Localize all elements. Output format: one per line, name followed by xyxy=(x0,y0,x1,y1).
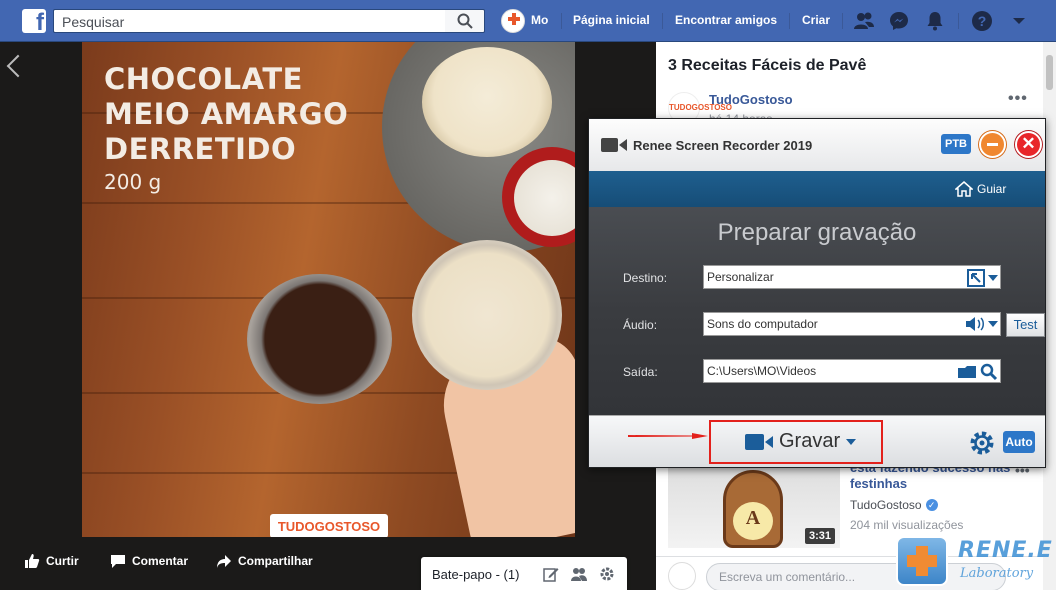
nav-divider xyxy=(789,13,790,29)
folder-icon[interactable] xyxy=(957,364,977,380)
select-area-icon[interactable] xyxy=(967,269,985,287)
share-button[interactable]: Compartilhar xyxy=(216,553,313,569)
search-input[interactable]: Pesquisar xyxy=(53,9,445,33)
nav-create-link[interactable]: Criar xyxy=(802,13,830,27)
search-button[interactable] xyxy=(445,9,485,33)
minimize-button[interactable] xyxy=(979,131,1006,158)
group-chat-icon[interactable] xyxy=(571,566,587,582)
guide-button[interactable]: Guiar xyxy=(955,181,1006,197)
video-bowl-image xyxy=(412,240,562,390)
post-options-icon[interactable]: ••• xyxy=(1008,90,1028,108)
nav-divider xyxy=(842,13,843,29)
rene-e-logo-icon xyxy=(896,536,948,586)
nav-divider xyxy=(958,13,959,29)
recommended-author[interactable]: TudoGostoso ✓ xyxy=(850,498,938,512)
destination-select[interactable]: Personalizar xyxy=(703,265,1001,289)
commenter-avatar xyxy=(668,562,696,590)
speaker-icon[interactable] xyxy=(965,316,985,332)
thumbs-up-icon xyxy=(25,554,40,568)
share-label: Compartilhar xyxy=(238,554,313,568)
video-frame[interactable]: CHOCOLATE MEIO AMARGO DERRETIDO 200 g TU… xyxy=(82,42,575,537)
account-menu-icon[interactable] xyxy=(1008,10,1030,32)
nav-home-link[interactable]: Página inicial xyxy=(573,13,650,27)
facebook-logo-icon[interactable]: f xyxy=(22,9,46,33)
audio-select[interactable]: Sons do computador xyxy=(703,312,1001,336)
chat-label: Bate-papo - (1) xyxy=(432,567,520,582)
red-pointer-arrow-icon xyxy=(628,433,708,439)
chat-tab[interactable]: Bate-papo - (1) xyxy=(421,557,627,590)
recorder-toolbar: Guiar xyxy=(589,171,1045,207)
chevron-down-icon[interactable] xyxy=(846,438,857,446)
recorder-heading: Preparar gravação xyxy=(717,219,917,246)
nav-find-friends-link[interactable]: Encontrar amigos xyxy=(675,13,777,27)
video-watermark-badge: TUDOGOSTOSO xyxy=(270,514,388,537)
comment-bubble-icon xyxy=(111,555,125,568)
notifications-bell-icon[interactable] xyxy=(924,10,946,32)
home-icon xyxy=(955,181,973,197)
screen-recorder-window: Renee Screen Recorder 2019 PTB ✕ Guiar P… xyxy=(588,118,1046,468)
settings-gear-icon[interactable] xyxy=(969,430,995,456)
chevron-down-icon[interactable] xyxy=(988,274,998,282)
auto-record-button[interactable]: Auto xyxy=(1003,431,1035,453)
video-chocolate-bowl-image xyxy=(247,274,392,404)
nav-divider xyxy=(561,13,562,29)
watermark-subtitle: Laboratory xyxy=(960,566,1034,581)
messenger-icon[interactable] xyxy=(888,10,910,32)
facebook-top-bar: f Pesquisar Mo Página inicial Encontrar … xyxy=(0,0,1056,42)
user-name-link[interactable]: Mo xyxy=(531,13,548,27)
chevron-down-icon[interactable] xyxy=(988,320,998,328)
recommended-views: 204 mil visualizações xyxy=(850,518,964,532)
new-message-icon[interactable] xyxy=(543,566,559,582)
video-camera-icon xyxy=(601,138,627,152)
comment-button[interactable]: Comentar xyxy=(110,553,188,569)
output-label: Saída: xyxy=(623,365,658,379)
user-avatar[interactable] xyxy=(501,9,525,33)
scrollbar-thumb[interactable] xyxy=(1046,55,1053,90)
recorder-footer: Gravar Auto xyxy=(589,415,1045,467)
recorder-title-bar[interactable]: Renee Screen Recorder 2019 PTB ✕ xyxy=(589,119,1045,171)
page-name-link[interactable]: TudoGostoso xyxy=(709,92,793,107)
share-arrow-icon xyxy=(217,555,231,568)
output-path-field[interactable]: C:\Users\MO\Videos xyxy=(703,359,1001,383)
like-button[interactable]: Curtir xyxy=(24,553,79,569)
chat-settings-gear-icon[interactable] xyxy=(599,566,615,582)
friend-requests-icon[interactable] xyxy=(853,10,875,32)
destination-label: Destino: xyxy=(623,271,668,285)
audio-test-button[interactable]: Test xyxy=(1006,313,1045,337)
post-title: 3 Receitas Fáceis de Pavê xyxy=(668,57,867,74)
video-duration-badge: 3:31 xyxy=(805,528,836,544)
close-button[interactable]: ✕ xyxy=(1015,131,1042,158)
video-overlay-title: CHOCOLATE MEIO AMARGO DERRETIDO xyxy=(104,62,349,166)
watermark-brand: RENE.E xyxy=(958,538,1053,563)
like-label: Curtir xyxy=(46,554,79,568)
svg-text:?: ? xyxy=(978,13,987,29)
language-button[interactable]: PTB xyxy=(941,134,971,154)
nav-divider xyxy=(662,13,663,29)
comment-label: Comentar xyxy=(132,554,189,568)
magnifier-icon[interactable] xyxy=(980,363,998,381)
help-icon[interactable]: ? xyxy=(971,10,993,32)
record-button[interactable]: Gravar xyxy=(745,430,857,453)
audio-label: Áudio: xyxy=(623,318,658,332)
record-camera-icon xyxy=(745,433,773,450)
video-bowl-image xyxy=(422,47,552,157)
verified-badge-icon: ✓ xyxy=(925,499,938,511)
video-overlay-weight: 200 g xyxy=(104,170,162,194)
search-icon xyxy=(457,13,473,29)
recorder-title: Renee Screen Recorder 2019 xyxy=(633,138,813,153)
